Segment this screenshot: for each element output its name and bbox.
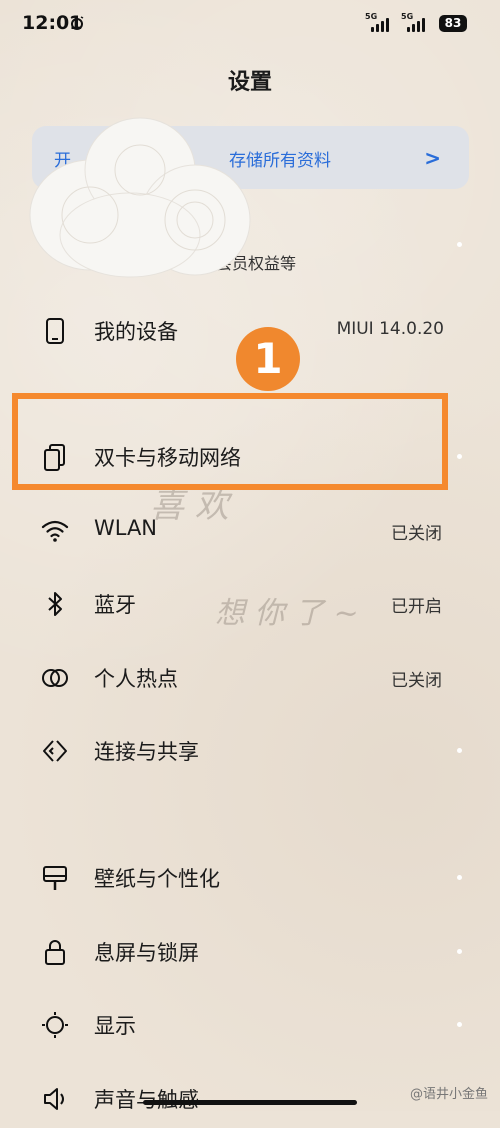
- settings-row-label: 息屏与锁屏: [94, 941, 199, 965]
- settings-row-label: WLAN: [94, 516, 158, 540]
- settings-row-value: 已关闭: [391, 671, 442, 691]
- settings-row-wallpaper[interactable]: 壁纸与个性化: [0, 847, 500, 907]
- more-dot: [457, 875, 462, 880]
- settings-row-label: 壁纸与个性化: [94, 867, 220, 891]
- status-bar: 12:01 5G 5G 83: [0, 0, 500, 48]
- bluetooth-icon: [48, 592, 62, 616]
- lock-icon: [45, 940, 65, 965]
- settings-row-label: 蓝牙: [94, 593, 136, 617]
- settings-row-value: MIUI 14.0.20: [336, 319, 444, 339]
- settings-row-label: 我的设备: [94, 320, 178, 344]
- highlight-box: [12, 393, 448, 490]
- sound-icon: [44, 1088, 64, 1110]
- settings-row-label: 声音与触感: [94, 1084, 199, 1114]
- more-dot: [457, 242, 462, 247]
- hotspot-icon: [42, 669, 68, 687]
- battery-indicator: 83: [439, 15, 467, 32]
- more-dot: [457, 1022, 462, 1027]
- signal-1-icon: 5G: [365, 12, 397, 34]
- settings-row-label: 个人热点: [94, 667, 178, 691]
- display-icon: [42, 1012, 68, 1038]
- more-dot: [457, 454, 462, 459]
- settings-row-wlan[interactable]: WLAN 已关闭: [0, 500, 500, 560]
- settings-row-hotspot[interactable]: 个人热点 已关闭: [0, 647, 500, 707]
- more-dot: [457, 949, 462, 954]
- settings-row-connection-share[interactable]: 连接与共享: [0, 720, 500, 780]
- settings-row-bluetooth[interactable]: 蓝牙 已开启: [0, 573, 500, 633]
- redaction-cloud: [29, 117, 251, 278]
- settings-row-lock-screen[interactable]: 息屏与锁屏: [0, 921, 500, 981]
- more-dot: [457, 748, 462, 753]
- settings-row-label: 显示: [94, 1014, 136, 1038]
- alarm-icon: [70, 16, 84, 30]
- chevron-right-icon: >: [424, 146, 441, 170]
- phone-icon: [46, 318, 64, 344]
- settings-row-display[interactable]: 显示: [0, 994, 500, 1054]
- wallpaper-icon: [43, 866, 67, 890]
- connection-share-icon: [43, 740, 67, 762]
- settings-row-label: 连接与共享: [94, 740, 199, 764]
- settings-row-value: 已开启: [391, 597, 442, 617]
- step-marker: 1: [236, 327, 300, 391]
- signal-2-icon: 5G: [401, 12, 433, 34]
- watermark: @语井小金鱼: [409, 1087, 488, 1102]
- settings-row-value: 已关闭: [391, 524, 442, 544]
- wifi-icon: [41, 520, 69, 542]
- page-title: 设置: [227, 70, 272, 95]
- home-indicator[interactable]: [143, 1100, 357, 1105]
